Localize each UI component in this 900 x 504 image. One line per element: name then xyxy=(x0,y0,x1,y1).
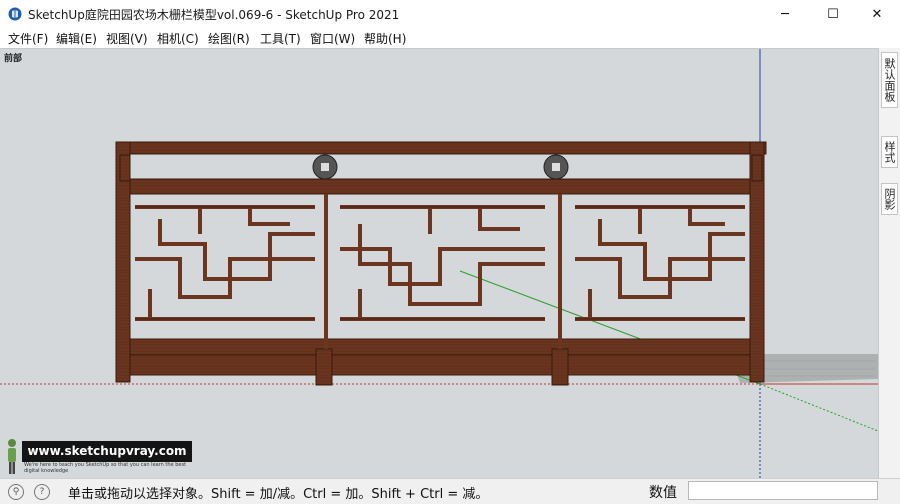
minimize-button[interactable]: ─ xyxy=(762,0,808,28)
close-button[interactable]: ✕ xyxy=(854,0,900,28)
mascot-figure-icon xyxy=(8,439,16,474)
menu-camera[interactable]: 相机(C) xyxy=(157,30,199,47)
close-icon: ✕ xyxy=(871,6,883,22)
fence-model-drawing[interactable] xyxy=(0,49,878,479)
tray-tab-default[interactable]: 默认面板 xyxy=(881,52,898,108)
measurements-input[interactable] xyxy=(688,481,878,500)
tray-tab-shadows[interactable]: 阴影 xyxy=(881,183,898,215)
window-title: SketchUp庭院田园农场木栅栏模型vol.069-6 - SketchUp … xyxy=(28,8,400,22)
menu-bar: 文件(F) 编辑(E) 视图(V) 相机(C) 绘图(R) 工具(T) 窗口(W… xyxy=(0,28,900,48)
status-text: 单击或拖动以选择对象。Shift = 加/减。Ctrl = 加。Shift + … xyxy=(68,487,489,502)
watermark-badge: www.sketchupvray.com We're here to teach… xyxy=(22,441,192,475)
fence-lattice xyxy=(135,194,745,349)
sketchup-app-icon[interactable] xyxy=(8,7,22,21)
maximize-button[interactable]: ☐ xyxy=(810,0,856,28)
info-pin-icon[interactable]: ⚲ xyxy=(8,484,24,500)
maximize-icon: ☐ xyxy=(827,6,839,22)
menu-window[interactable]: 窗口(W) xyxy=(310,30,355,47)
status-bar: ⚲ ? 单击或拖动以选择对象。Shift = 加/减。Ctrl = 加。Shif… xyxy=(0,478,900,504)
menu-edit[interactable]: 编辑(E) xyxy=(56,30,97,47)
minimize-icon: ─ xyxy=(781,6,789,22)
menu-tools[interactable]: 工具(T) xyxy=(260,30,301,47)
menu-draw[interactable]: 绘图(R) xyxy=(208,30,250,47)
help-icon[interactable]: ? xyxy=(34,484,50,500)
measurements-label: 数值 xyxy=(649,485,677,501)
tray-panel: 默认面板 样式 阴影 xyxy=(878,48,900,478)
coin-ornaments xyxy=(312,154,569,180)
watermark-subtitle: We're here to teach you SketchUp so that… xyxy=(24,462,187,474)
menu-file[interactable]: 文件(F) xyxy=(8,30,48,47)
menu-help[interactable]: 帮助(H) xyxy=(364,30,406,47)
tray-tab-styles[interactable]: 样式 xyxy=(881,136,898,168)
model-viewport[interactable]: 前部 xyxy=(0,48,878,479)
watermark-title: www.sketchupvray.com xyxy=(22,441,192,462)
menu-view[interactable]: 视图(V) xyxy=(106,30,148,47)
title-bar: SketchUp庭院田园农场木栅栏模型vol.069-6 - SketchUp … xyxy=(0,0,900,28)
